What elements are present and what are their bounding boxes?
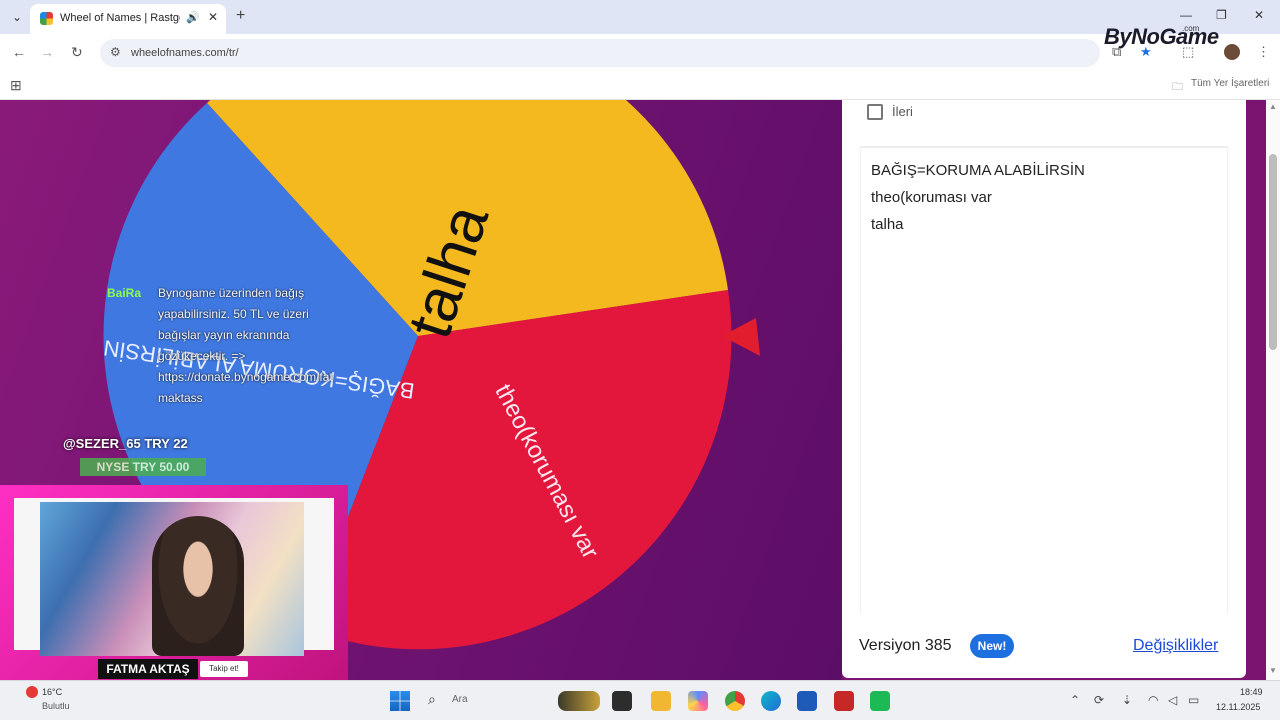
translate-icon[interactable]: ⧉ <box>1112 44 1121 60</box>
browser-toolbar: ← → ↻ ⚙ wheelofnames.com/tr/ <box>0 34 1280 72</box>
sync-icon[interactable]: ⟳ <box>1094 693 1104 707</box>
battery-icon[interactable]: ▭ <box>1188 693 1199 707</box>
extensions-icon[interactable]: ⬚ <box>1182 44 1194 60</box>
overlay-line: Bynogame üzerinden bağış <box>158 286 305 300</box>
copilot-icon[interactable] <box>688 691 708 711</box>
advanced-checkbox[interactable] <box>867 104 883 120</box>
back-arrow-icon[interactable]: ← <box>12 44 26 60</box>
tab-strip: ⌄ Wheel of Names | Rastgele 🔊 ✕ + — ❐ ✕ <box>0 0 1280 34</box>
volume-icon[interactable]: ◁ <box>1168 693 1177 707</box>
active-tab[interactable]: Wheel of Names | Rastgele 🔊 ✕ <box>30 4 226 34</box>
overlay-tip: @SEZER_65 TRY 22 <box>63 436 188 451</box>
maximize-icon[interactable]: ❐ <box>1216 8 1227 22</box>
streamer-name: FATMA AKTAŞ <box>98 659 198 679</box>
wheel-favicon-icon <box>40 12 53 25</box>
clock-date[interactable]: 12.11.2025 <box>1216 702 1260 712</box>
overlay-username: BaiRa <box>107 286 142 300</box>
wheel-area: talha theo(koruması var BAĞIŞ=KORUMA ALA… <box>0 100 842 680</box>
browser-menu-icon[interactable]: ⋮ <box>1257 44 1270 60</box>
advanced-label[interactable]: İleri <box>892 104 913 119</box>
folder-icon: 🗀 <box>1172 81 1183 93</box>
overlay-line: gözükecektir. => <box>158 349 246 363</box>
new-tab-button[interactable]: + <box>236 7 245 25</box>
wifi-icon[interactable]: ◠ <box>1148 693 1158 707</box>
bookmarks-bar: ⊞ 🗀 Tüm Yer İşaretleri <box>0 72 1280 100</box>
names-textarea[interactable]: BAĞIŞ=KORUMA ALABİLİRSİN theo(koruması v… <box>860 146 1228 614</box>
weather-condition[interactable]: Bulutlu <box>42 701 70 711</box>
address-bar[interactable]: ⚙ wheelofnames.com/tr/ <box>100 39 1100 67</box>
edge-icon[interactable] <box>761 691 781 711</box>
all-bookmarks-link[interactable]: Tüm Yer İşaretleri <box>1191 78 1269 89</box>
audio-playing-icon[interactable]: 🔊 <box>186 11 200 24</box>
webcam-panel <box>14 498 334 656</box>
apps-grid-icon[interactable]: ⊞ <box>10 77 22 94</box>
follow-label: Takip et! <box>200 661 248 677</box>
tab-title: Wheel of Names | Rastgele <box>60 12 180 24</box>
overlay-line: maktass <box>158 391 203 405</box>
site-info-icon[interactable]: ⚙ <box>110 45 121 59</box>
weather-icon[interactable] <box>26 686 38 698</box>
webcam-video <box>40 502 304 656</box>
taskbar-search-label[interactable]: Ara <box>452 694 468 705</box>
taskbar: 16°C Bulutlu ⌕ Ara ⌃ ⟳ ⇣ ◠ ◁ ▭ 18:49 12.… <box>0 680 1280 720</box>
overlay-line: https://donate.bynogame.com/fat <box>158 370 333 384</box>
search-icon[interactable]: ⌕ <box>428 691 436 708</box>
windows-start-icon[interactable] <box>390 691 410 711</box>
name-entry[interactable]: theo(koruması var <box>871 189 992 206</box>
app-icon[interactable] <box>834 691 854 711</box>
overlay-line: yapabilirsiniz. 50 TL ve üzeri <box>158 307 309 321</box>
window-close-icon[interactable]: ✕ <box>1254 8 1264 22</box>
chrome-icon[interactable] <box>725 691 745 711</box>
scroll-thumb[interactable] <box>1269 154 1277 350</box>
store-icon[interactable] <box>797 691 817 711</box>
overlay-donation-message: Bynogame üzerinden bağış yapabilirsiniz.… <box>158 283 333 409</box>
minimize-icon[interactable]: — <box>1180 8 1192 22</box>
download-icon[interactable]: ⇣ <box>1122 693 1132 707</box>
overlay-badge: NYSE TRY 50.00 <box>80 458 206 476</box>
version-label: Versiyon 385 <box>859 637 952 654</box>
tray-overflow-icon[interactable]: ⌃ <box>1070 693 1080 707</box>
streamer-image <box>152 516 244 656</box>
overlay-line: bağışlar yayın ekranında <box>158 328 290 342</box>
name-entry[interactable]: BAĞIŞ=KORUMA ALABİLİRSİN <box>871 162 1085 179</box>
webcam-frame: FATMA AKTAŞ Takip et! <box>0 485 348 680</box>
widget-icon[interactable] <box>558 691 600 711</box>
reload-icon[interactable]: ↻ <box>71 44 83 61</box>
forward-arrow-icon[interactable]: → <box>40 44 54 60</box>
tab-search-icon[interactable]: ⌄ <box>8 8 26 26</box>
changelog-link[interactable]: Değişiklikler <box>1133 637 1218 655</box>
page-content: talha theo(koruması var BAĞIŞ=KORUMA ALA… <box>0 100 1280 680</box>
close-tab-icon[interactable]: ✕ <box>208 10 218 24</box>
new-badge: New! <box>970 634 1014 658</box>
scroll-up-icon[interactable]: ▲ <box>1269 102 1277 111</box>
profile-avatar[interactable] <box>1224 44 1240 60</box>
bookmark-star-icon[interactable]: ★ <box>1140 44 1152 60</box>
task-view-icon[interactable] <box>612 691 632 711</box>
name-entry[interactable]: talha <box>871 216 904 233</box>
entries-panel: İleri BAĞIŞ=KORUMA ALABİLİRSİN theo(koru… <box>842 100 1246 678</box>
media-app-icon[interactable] <box>870 691 890 711</box>
url-text[interactable]: wheelofnames.com/tr/ <box>131 47 239 59</box>
page-scrollbar[interactable]: ▲ ▼ <box>1266 100 1280 680</box>
bynogame-watermark-suffix: .com <box>1182 24 1200 33</box>
scroll-down-icon[interactable]: ▼ <box>1269 666 1277 675</box>
clock-time[interactable]: 18:49 <box>1240 687 1263 697</box>
weather-temp[interactable]: 16°C <box>42 687 62 697</box>
file-explorer-icon[interactable] <box>651 691 671 711</box>
